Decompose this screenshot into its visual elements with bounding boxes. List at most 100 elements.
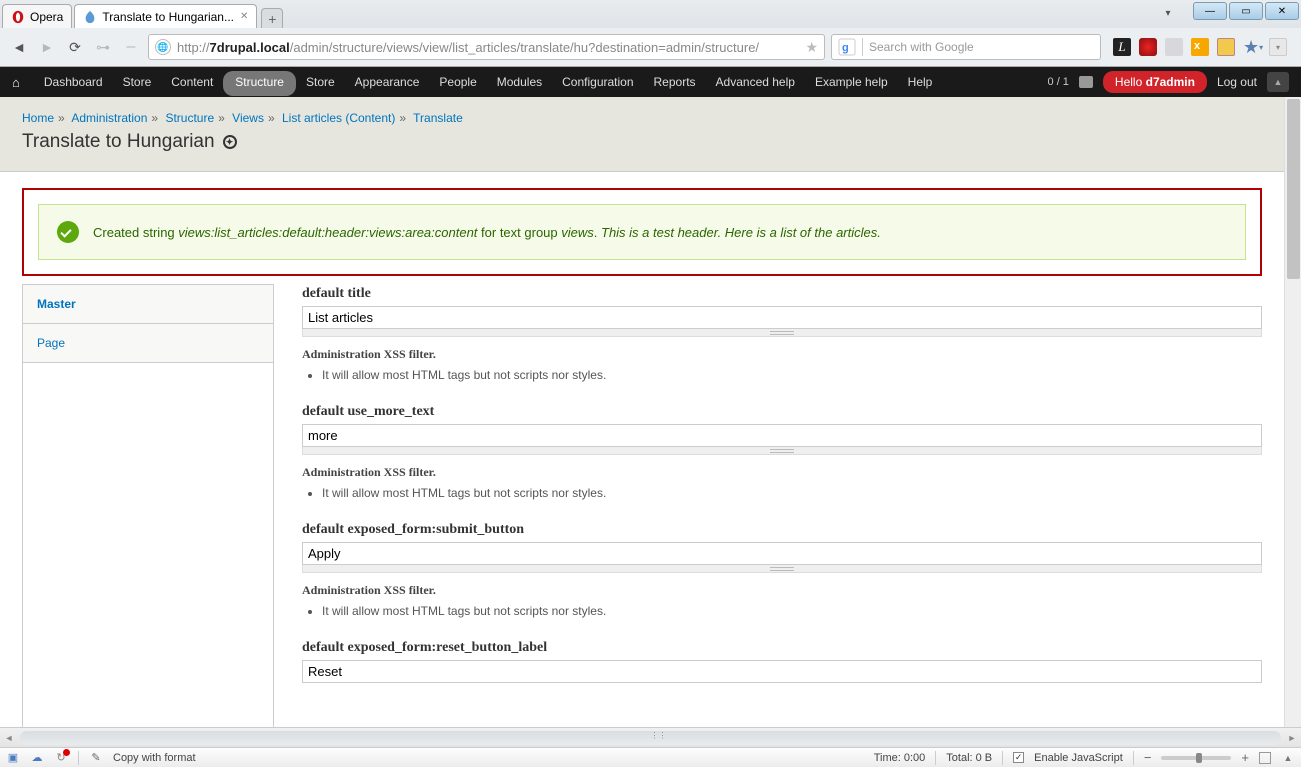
cloud-icon[interactable]: ☁ <box>30 751 44 765</box>
wand-button[interactable]: ⊶ <box>92 36 114 58</box>
crumb-admin[interactable]: Administration <box>71 111 147 125</box>
field-default-title: default title Administration XSS filter.… <box>302 286 1262 382</box>
copy-with-format[interactable]: Copy with format <box>113 752 196 764</box>
xss-filter-list: It will allow most HTML tags but not scr… <box>322 604 1262 618</box>
resizer-handle[interactable] <box>302 565 1262 573</box>
hscroll-track[interactable]: ⋮⋮ <box>20 731 1281 745</box>
expand-icon[interactable]: ▲ <box>1281 751 1295 765</box>
ext-icon-5[interactable] <box>1217 38 1235 56</box>
fit-icon[interactable] <box>1259 752 1271 764</box>
menu-reports[interactable]: Reports <box>644 68 706 96</box>
back-button[interactable]: ◄ <box>8 36 30 58</box>
close-tab-icon[interactable]: ✕ <box>240 11 248 22</box>
field-label: default use_more_text <box>302 404 1262 420</box>
xss-filter-label: Administration XSS filter. <box>302 465 1262 480</box>
page-tab[interactable]: Translate to Hungarian... ✕ <box>74 4 257 28</box>
bookmark-menu-icon[interactable]: ★▾ <box>1243 38 1261 56</box>
menu-store2[interactable]: Store <box>296 68 345 96</box>
menu-example-help[interactable]: Example help <box>805 68 898 96</box>
logout-link[interactable]: Log out <box>1217 75 1257 89</box>
reload-button[interactable]: ⟳ <box>64 36 86 58</box>
bookmark-star-icon[interactable]: ★ <box>805 39 818 56</box>
menu-advanced-help[interactable]: Advanced help <box>706 68 805 96</box>
menu-appearance[interactable]: Appearance <box>345 68 430 96</box>
toggle-toolbar-icon[interactable]: ▲ <box>1267 72 1289 92</box>
crumb-list-articles[interactable]: List articles (Content) <box>282 111 395 125</box>
tab-menu-chevron-icon[interactable]: ▾ <box>1160 6 1176 20</box>
resizer-handle[interactable] <box>302 447 1262 455</box>
enable-js-label[interactable]: Enable JavaScript <box>1034 752 1123 764</box>
menu-modules[interactable]: Modules <box>487 68 552 96</box>
search-placeholder: Search with Google <box>869 40 974 54</box>
crumb-views[interactable]: Views <box>232 111 264 125</box>
vertical-scrollbar-thumb[interactable] <box>1287 99 1300 279</box>
title-input[interactable] <box>302 306 1262 329</box>
tab-master[interactable]: Master <box>23 285 273 324</box>
edit-icon[interactable]: ✎ <box>89 751 103 765</box>
more-text-input[interactable] <box>302 424 1262 447</box>
drupal-favicon-icon <box>83 10 97 24</box>
field-submit-button: default exposed_form:submit_button Admin… <box>302 522 1262 618</box>
total-label: Total: 0 B <box>946 752 992 764</box>
svg-text:g: g <box>842 42 849 54</box>
hscroll-left-icon[interactable]: ◄ <box>0 729 18 747</box>
xss-filter-item: It will allow most HTML tags but not scr… <box>322 604 1262 618</box>
hello-user: d7admin <box>1146 75 1195 89</box>
ext-menu-icon[interactable]: ▾ <box>1269 38 1287 56</box>
field-label: default exposed_form:reset_button_label <box>302 640 1262 656</box>
search-field[interactable]: g Search with Google <box>831 34 1101 60</box>
opera-tab[interactable]: Opera <box>2 4 72 28</box>
menu-structure[interactable]: Structure <box>223 71 296 96</box>
zoom-slider[interactable] <box>1161 756 1231 760</box>
forward-button[interactable]: ► <box>36 36 58 58</box>
crumb-translate[interactable]: Translate <box>413 111 463 125</box>
ext-icon-4[interactable]: x <box>1191 38 1209 56</box>
zoom-in-icon[interactable]: + <box>1241 750 1249 765</box>
js-checkbox[interactable]: ✓ <box>1013 752 1024 763</box>
hscroll-right-icon[interactable]: ► <box>1283 729 1301 747</box>
menu-configuration[interactable]: Configuration <box>552 68 643 96</box>
ext-icon-1[interactable]: L <box>1113 38 1131 56</box>
maximize-button[interactable]: ▭ <box>1229 2 1263 20</box>
crumb-structure[interactable]: Structure <box>165 111 214 125</box>
tab-empty <box>23 363 273 727</box>
breadcrumb: Home» Administration» Structure» Views» … <box>22 111 1262 125</box>
xss-filter-item: It will allow most HTML tags but not scr… <box>322 368 1262 382</box>
hello-badge[interactable]: Hello d7admin <box>1103 71 1207 93</box>
close-window-button[interactable]: ✕ <box>1265 2 1299 20</box>
reset-button-input[interactable] <box>302 660 1262 683</box>
ext-icon-3[interactable] <box>1165 38 1183 56</box>
tab-page[interactable]: Page <box>23 324 273 363</box>
status-em2: views <box>561 225 594 240</box>
submit-button-input[interactable] <box>302 542 1262 565</box>
hello-prefix: Hello <box>1115 75 1146 89</box>
ext-icon-2[interactable] <box>1139 38 1157 56</box>
menu-help[interactable]: Help <box>898 68 943 96</box>
panel-icon[interactable]: ▣ <box>6 751 20 765</box>
home-icon[interactable]: ⌂ <box>12 75 20 90</box>
sync-icon[interactable]: ↻ <box>54 751 68 765</box>
menu-dashboard[interactable]: Dashboard <box>34 68 113 96</box>
vertical-scrollbar[interactable] <box>1284 97 1301 727</box>
menu-content[interactable]: Content <box>161 68 223 96</box>
breadcrumb-area: Home» Administration» Structure» Views» … <box>0 97 1284 172</box>
page-title-text: Translate to Hungarian <box>22 131 215 153</box>
status-highlight: Created string views:list_articles:defau… <box>22 188 1262 276</box>
user-count: 0 / 1 <box>1048 76 1069 88</box>
xss-filter-label: Administration XSS filter. <box>302 583 1262 598</box>
field-label: default exposed_form:submit_button <box>302 522 1262 538</box>
minimize-button[interactable]: — <box>1193 2 1227 20</box>
horizontal-scrollbar[interactable]: ◄ ⋮⋮ ► <box>0 727 1301 747</box>
new-tab-button[interactable]: + <box>261 8 283 28</box>
menu-people[interactable]: People <box>429 68 486 96</box>
help-icon[interactable]: ✦ <box>223 135 237 149</box>
stop-button[interactable]: – <box>120 36 142 58</box>
admin-menu: Dashboard Store Content Structure Store … <box>34 68 1048 96</box>
url-field[interactable]: 🌐 http://7drupal.local/admin/structure/v… <box>148 34 825 60</box>
zoom-out-icon[interactable]: − <box>1144 750 1152 765</box>
tab-bar: Opera Translate to Hungarian... ✕ + ▾ — … <box>0 0 1301 28</box>
menu-store[interactable]: Store <box>113 68 162 96</box>
resizer-handle[interactable] <box>302 329 1262 337</box>
crumb-home[interactable]: Home <box>22 111 54 125</box>
status-bar: ▣ ☁ ↻ ✎ Copy with format Time: 0:00 Tota… <box>0 747 1301 767</box>
